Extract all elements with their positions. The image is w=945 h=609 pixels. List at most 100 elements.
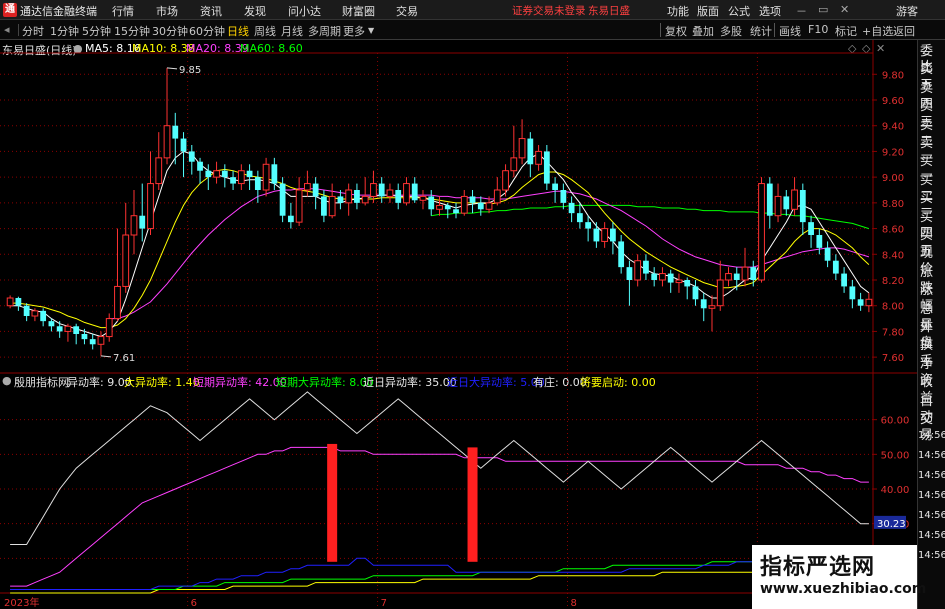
candle-body <box>841 273 847 287</box>
candle-body <box>543 151 550 184</box>
stock-chart[interactable]: 9.85 7.61 9.80 9.60 9.40 9.20 9.00 8.80 8.60 8.4… <box>0 40 917 609</box>
minimize-button[interactable]: － <box>796 3 807 19</box>
candle-body <box>213 170 220 178</box>
candle-body <box>237 170 245 185</box>
menu-item-gongshi[interactable]: 公式 <box>728 3 750 19</box>
menu-item-jiaoyi[interactable]: 交易 <box>396 3 418 19</box>
candle-body <box>172 125 179 139</box>
candle-body <box>453 209 459 214</box>
statistics-button[interactable]: 统计 <box>750 23 772 39</box>
toolbar-divider <box>660 23 661 37</box>
menu-bar: 通 通达信金融终端 行情 市场 资讯 发现 问小达 财富圈 交易 证券交易未登录… <box>0 0 945 20</box>
overlay-button[interactable]: 叠加 <box>692 23 714 39</box>
candle-body <box>361 195 369 204</box>
tick-time: 14:56 <box>918 510 945 521</box>
indicator-blue-line <box>10 557 869 590</box>
current-value-label: 30.23 <box>877 519 906 530</box>
menu-item-faxian[interactable]: 发现 <box>244 3 266 19</box>
period-30min[interactable]: 30分钟 <box>152 23 188 39</box>
period-5min[interactable]: 5分钟 <box>82 23 111 39</box>
candle-body <box>576 213 583 223</box>
restore-button[interactable]: ▭ <box>818 3 828 16</box>
candle-body <box>81 334 88 340</box>
period-fenshi[interactable]: 分时 <box>22 23 44 39</box>
candle-body <box>502 170 509 191</box>
period-toolbar: ◂ 分时 1分钟 5分钟 15分钟 30分钟 60分钟 日线 周线 月线 多周期… <box>0 20 945 40</box>
price-tick-label: 9.80 <box>882 70 904 81</box>
back-button[interactable]: 返回 <box>893 23 915 39</box>
candle-body <box>345 189 353 204</box>
candle-body <box>205 170 212 178</box>
period-1min[interactable]: 1分钟 <box>50 23 79 39</box>
menu-item-hangqing[interactable]: 行情 <box>112 3 134 19</box>
ma10-line <box>10 168 870 329</box>
candle-body <box>73 326 80 334</box>
candle-body <box>568 202 575 214</box>
menu-item-caifuquan[interactable]: 财富圈 <box>342 3 375 19</box>
period-weekly[interactable]: 周线 <box>254 23 276 39</box>
candle-body <box>585 222 592 229</box>
tick-time: 14:56 <box>918 450 945 461</box>
date-tick-label: 8 <box>570 598 576 609</box>
candle-body <box>733 273 740 280</box>
menu-item-gongneng[interactable]: 功能 <box>667 3 689 19</box>
f10-button[interactable]: F10 <box>808 23 828 36</box>
period-more[interactable]: 更多 <box>343 23 365 39</box>
period-daily[interactable]: 日线 <box>227 23 249 39</box>
indicator-tick-label: 60.00 <box>881 416 910 427</box>
tick-time: 14:56 <box>918 550 945 561</box>
menu-item-wenxiaoda[interactable]: 问小达 <box>288 3 321 19</box>
watermark-url: www.xuezhibiao.com <box>760 581 927 597</box>
period-multi[interactable]: 多周期 <box>308 23 341 39</box>
candle-body <box>428 196 435 210</box>
candle-body <box>493 189 501 204</box>
draw-line-button[interactable]: 画线 <box>779 23 801 39</box>
candle-body <box>312 183 319 197</box>
indicator-white-line <box>10 391 869 545</box>
candle-body <box>246 170 253 178</box>
candle-body <box>593 228 600 242</box>
period-monthly[interactable]: 月线 <box>281 23 303 39</box>
tick-time: 14:56 <box>918 430 945 441</box>
candle-body <box>114 285 121 320</box>
candle-body <box>221 170 228 178</box>
login-warning[interactable]: 证券交易未登录 <box>512 3 586 18</box>
period-60min[interactable]: 60分钟 <box>189 23 225 39</box>
price-tick-label: 9.60 <box>882 96 904 107</box>
candle-body <box>139 215 146 229</box>
candle-body <box>659 273 666 281</box>
candle-body <box>386 189 394 197</box>
price-tick-label: 8.20 <box>882 276 904 287</box>
tick-time: 14:56 <box>918 490 945 501</box>
candle-body <box>477 202 484 210</box>
candle-body <box>725 273 732 281</box>
menu-item-banmian[interactable]: 版面 <box>697 3 719 19</box>
candle-body <box>197 161 203 171</box>
candle-body <box>469 196 476 203</box>
user-label[interactable]: 游客 <box>896 3 918 19</box>
candle-body <box>23 305 30 316</box>
stock-link[interactable]: 东易日盛 <box>588 3 630 18</box>
candle-body <box>436 204 443 210</box>
mark-button[interactable]: 标记 <box>835 23 857 39</box>
collapse-icon[interactable]: ◂ <box>4 23 10 36</box>
candle-body <box>40 310 47 322</box>
fuquan-button[interactable]: 复权 <box>665 23 687 39</box>
candle-body <box>485 202 493 210</box>
date-tick-label: 6 <box>191 598 197 609</box>
signal-bar <box>327 443 338 562</box>
candle-body <box>64 325 72 332</box>
candle-body <box>560 190 567 203</box>
menu-item-shichang[interactable]: 市场 <box>156 3 178 19</box>
menu-item-zixun[interactable]: 资讯 <box>200 3 222 19</box>
multi-stock-button[interactable]: 多股 <box>720 23 742 39</box>
menu-item-xuanxiang[interactable]: 选项 <box>759 3 781 19</box>
close-button[interactable]: ✕ <box>840 3 849 16</box>
candle-body <box>626 267 633 280</box>
candle-body <box>411 183 418 201</box>
more-dropdown-icon[interactable]: ▼ <box>368 26 374 35</box>
period-15min[interactable]: 15分钟 <box>114 23 150 39</box>
date-tick-label: 7 <box>381 598 387 609</box>
candle-body <box>808 222 814 235</box>
add-watchlist-button[interactable]: +自选 <box>862 23 893 39</box>
